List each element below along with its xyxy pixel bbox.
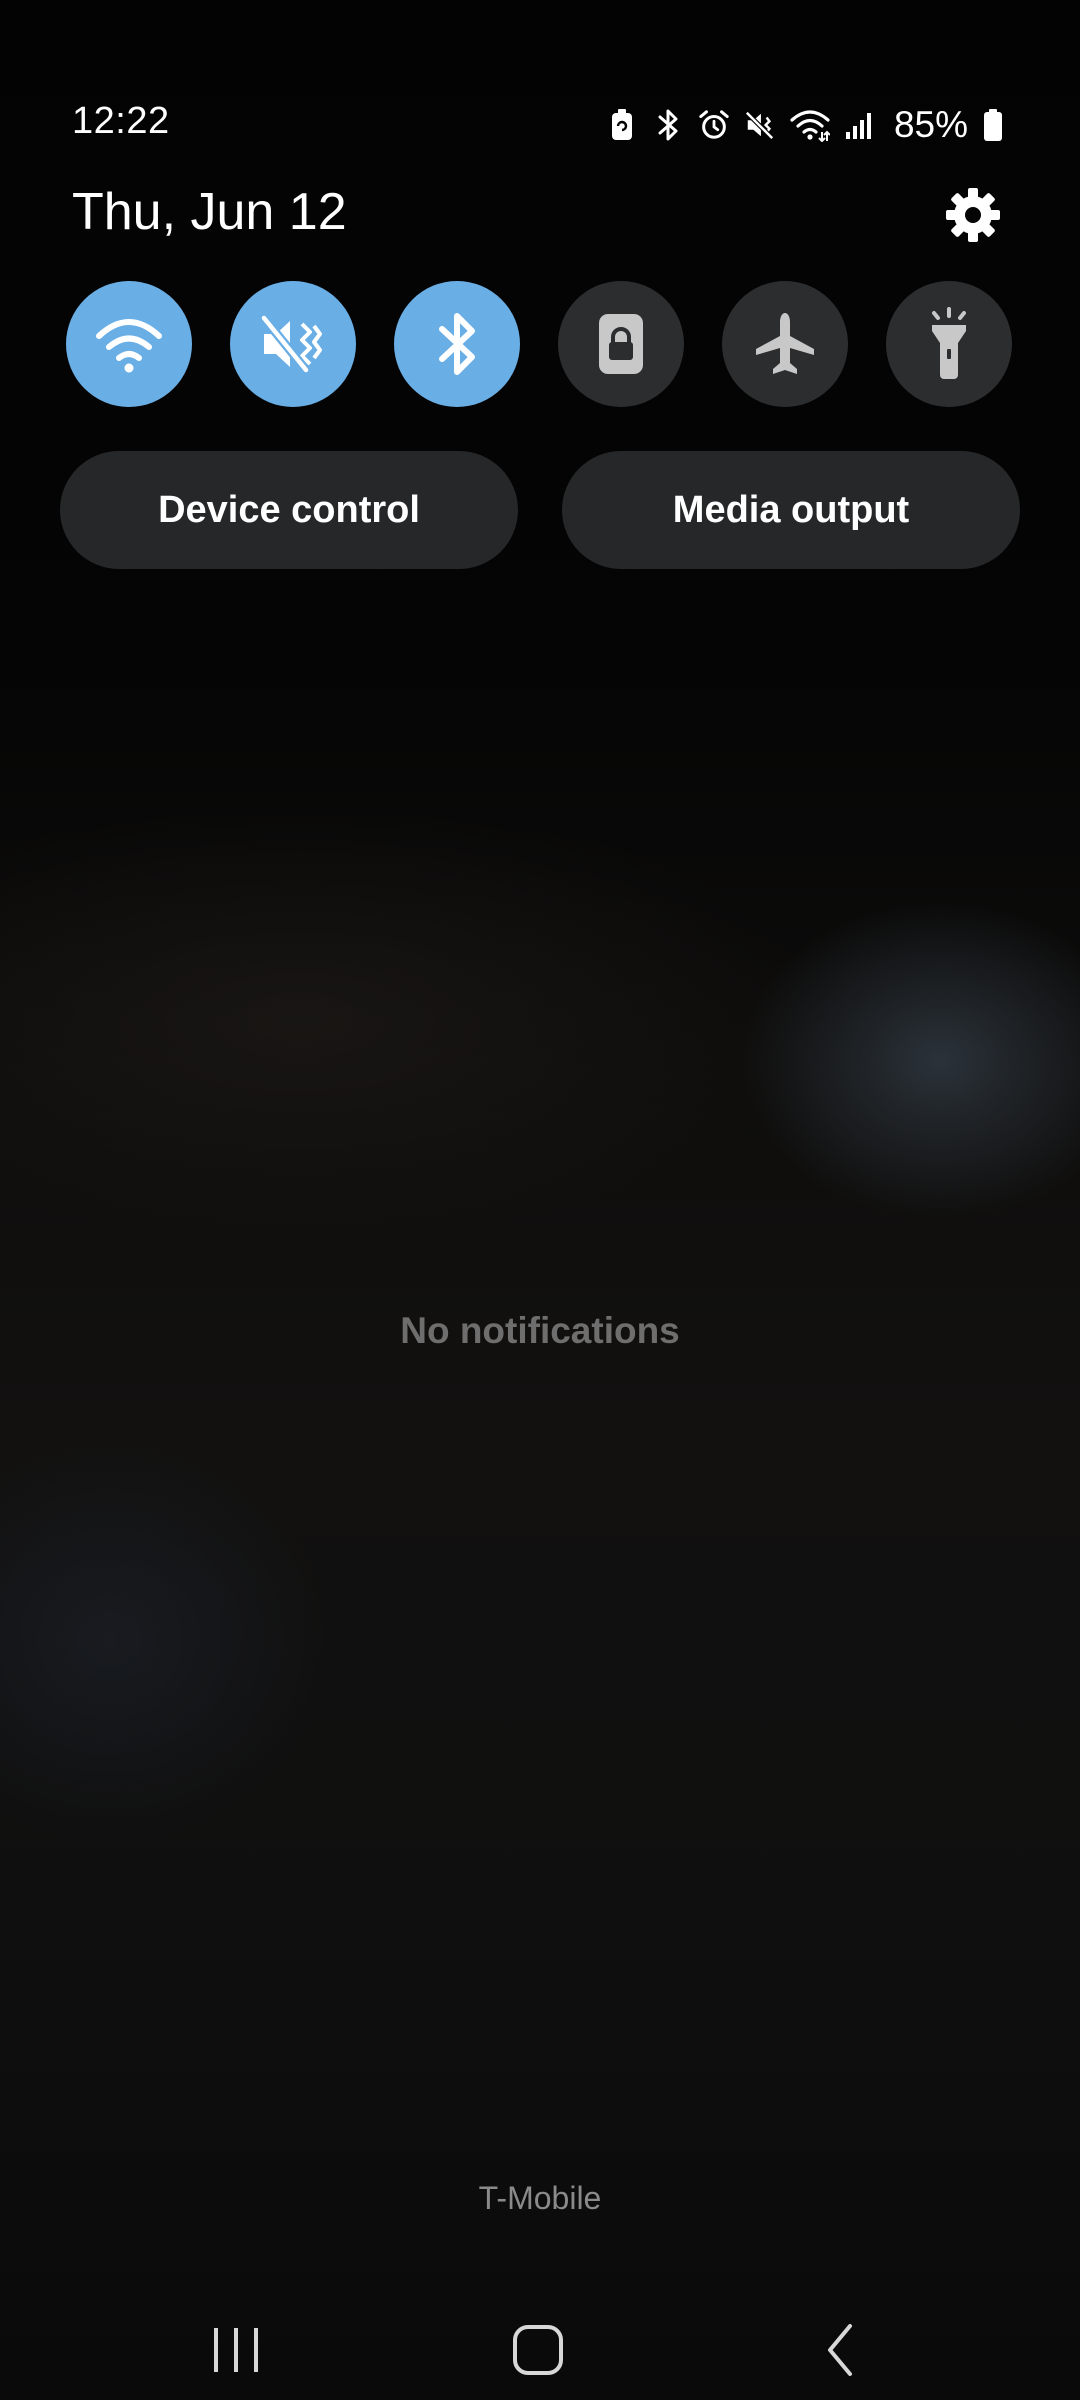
toggle-airplane[interactable] (722, 281, 848, 407)
carrier-label: T-Mobile (478, 2180, 602, 2216)
airplane-icon (756, 313, 814, 374)
toggle-sound[interactable] (230, 281, 356, 407)
bluetooth-icon (652, 107, 684, 143)
recent-apps-icon (214, 2328, 258, 2372)
battery-icon (982, 107, 1004, 143)
mute-icon (744, 107, 776, 143)
device-control-button[interactable]: Device control (60, 451, 518, 569)
date-label: Thu, Jun 12 (72, 183, 347, 241)
battery-saver-icon (606, 107, 638, 143)
navigation-bar (0, 2280, 1080, 2400)
wifi-icon (96, 319, 162, 373)
home-icon (513, 2325, 563, 2375)
back-icon (828, 2324, 852, 2376)
toggle-flashlight[interactable] (886, 281, 1012, 407)
bluetooth-icon (439, 313, 475, 375)
status-bar: 12:22 85% (0, 0, 1080, 160)
signal-icon (844, 107, 876, 143)
media-output-button[interactable]: Media output (562, 451, 1020, 569)
status-time: 12:22 (72, 100, 170, 142)
status-icons: 85% (606, 100, 1004, 150)
home-button[interactable] (488, 2300, 588, 2400)
toggle-wifi[interactable] (66, 281, 192, 407)
wifi-icon (790, 107, 830, 143)
gear-icon (946, 188, 1000, 242)
rotation-lock-icon (599, 314, 643, 374)
mute-vibrate-icon (260, 315, 322, 373)
notification-shade: 12:22 85% Thu, Jun 12 Device control Med… (0, 0, 1080, 2400)
back-button[interactable] (790, 2300, 890, 2400)
flashlight-icon (932, 307, 966, 379)
alarm-icon (698, 107, 730, 143)
battery-percent: 85% (893, 104, 968, 145)
quick-toggles (66, 281, 1012, 407)
toggle-portrait-lock[interactable] (558, 281, 684, 407)
settings-button[interactable] (940, 182, 1006, 248)
recent-apps-button[interactable] (186, 2300, 286, 2400)
no-notifications-label: No notifications (400, 1310, 680, 1351)
toggle-bluetooth[interactable] (394, 281, 520, 407)
